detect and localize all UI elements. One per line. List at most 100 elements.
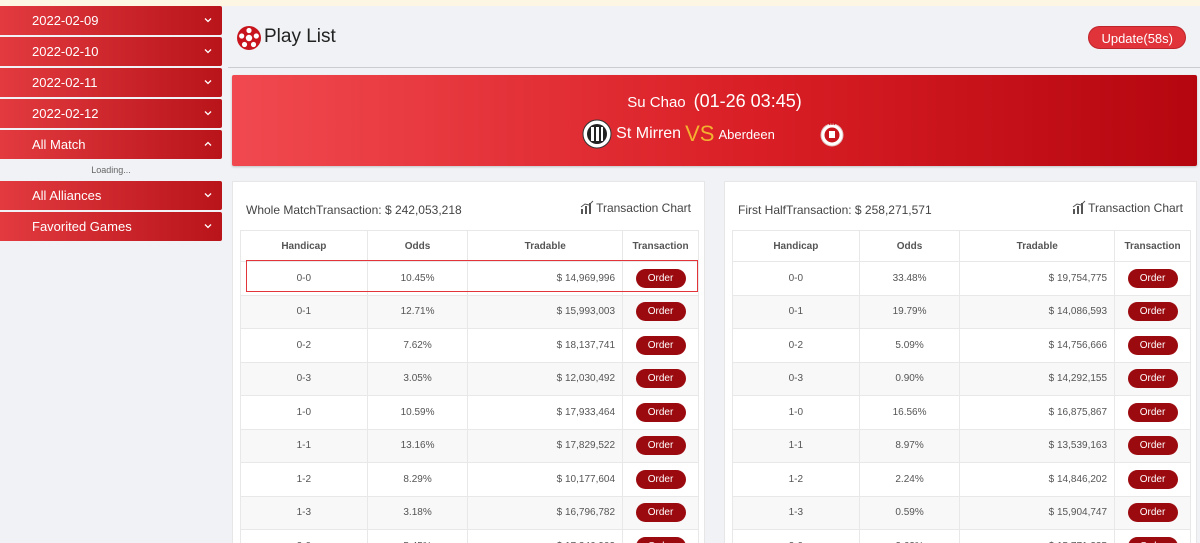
order-button[interactable]: Order bbox=[635, 536, 686, 543]
tradable-cell: $ 14,846,202 bbox=[959, 462, 1116, 497]
column-header: Odds bbox=[366, 230, 469, 262]
chevron-down-icon bbox=[204, 18, 212, 23]
sidebar-item-label: 2022-02-11 bbox=[32, 75, 98, 90]
sidebar-item-label: Favorited Games bbox=[32, 219, 132, 234]
order-button[interactable]: Order bbox=[635, 402, 686, 422]
odds-cell: 16.56% bbox=[858, 395, 961, 430]
table-row: 1-0 16.56% $ 16,875,867 Order bbox=[732, 395, 1191, 430]
table-row: 1-1 8.97% $ 13,539,163 Order bbox=[732, 428, 1191, 463]
transaction-cell: Order bbox=[622, 428, 699, 463]
transaction-chart-link[interactable]: Transaction Chart bbox=[580, 200, 691, 215]
chevron-down-icon bbox=[204, 224, 212, 229]
tradable-cell: $ 10,177,604 bbox=[467, 462, 624, 497]
bar-chart-icon bbox=[580, 200, 594, 214]
panel-title: First HalfTransaction: $ 258,271,571 bbox=[738, 203, 932, 217]
odds-cell: 0.59% bbox=[858, 495, 961, 530]
chevron-down-icon bbox=[204, 49, 212, 54]
vs-label: VS bbox=[685, 121, 715, 146]
handicap-cell: 0-2 bbox=[732, 328, 860, 363]
sidebar-item-all-alliances[interactable]: All Alliances bbox=[0, 181, 222, 210]
order-button[interactable]: Order bbox=[1127, 268, 1178, 288]
order-button[interactable]: Order bbox=[1127, 335, 1178, 355]
match-teams: St Mirren VS Aberdeen bbox=[232, 119, 1197, 149]
transaction-cell: Order bbox=[622, 395, 699, 430]
handicap-cell: 1-1 bbox=[240, 428, 368, 463]
order-button[interactable]: Order bbox=[1127, 369, 1178, 389]
order-button[interactable]: Order bbox=[635, 302, 686, 322]
sidebar-item-all-match[interactable]: All Match bbox=[0, 130, 222, 159]
order-button[interactable]: Order bbox=[635, 436, 686, 456]
table-row: 0-0 33.48% $ 19,754,775 Order bbox=[732, 261, 1191, 296]
order-button[interactable]: Order bbox=[1127, 302, 1178, 322]
order-button[interactable]: Order bbox=[635, 369, 686, 389]
tradable-cell: $ 12,030,492 bbox=[467, 361, 624, 396]
st-mirren-crest-icon bbox=[582, 119, 612, 149]
order-button[interactable]: Order bbox=[1127, 536, 1178, 543]
odds-cell: 10.59% bbox=[366, 395, 469, 430]
sidebar-item-favorited-games[interactable]: Favorited Games bbox=[0, 212, 222, 241]
sidebar-item-label: 2022-02-09 bbox=[32, 13, 99, 28]
table-row: 0-3 3.05% $ 12,030,492 Order bbox=[240, 361, 699, 396]
order-button[interactable]: Order bbox=[1127, 402, 1178, 422]
tradable-cell: $ 15,771,335 bbox=[959, 529, 1116, 543]
transaction-cell: Order bbox=[1114, 261, 1191, 296]
column-header: Transaction bbox=[622, 230, 699, 262]
tradable-cell: $ 14,086,593 bbox=[959, 294, 1116, 329]
sidebar-item-date-3[interactable]: 2022-02-11 bbox=[0, 68, 222, 97]
table-row: 1-0 10.59% $ 17,933,464 Order bbox=[240, 395, 699, 430]
table-row: 2-05.45%$ 17,346,903 Order bbox=[240, 529, 699, 543]
transaction-cell: Order bbox=[622, 294, 699, 329]
transaction-chart-link[interactable]: Transaction Chart bbox=[1072, 200, 1183, 215]
transaction-cell: Order bbox=[622, 529, 699, 543]
transaction-cell: Order bbox=[1114, 495, 1191, 530]
table-row: 0-2 7.62% $ 18,137,741 Order bbox=[240, 328, 699, 363]
order-button[interactable]: Order bbox=[635, 268, 686, 288]
order-button[interactable]: Order bbox=[1127, 436, 1178, 456]
table-row: 0-1 19.79% $ 14,086,593 Order bbox=[732, 294, 1191, 329]
sidebar-item-date-2[interactable]: 2022-02-10 bbox=[0, 37, 222, 66]
transaction-cell: Order bbox=[622, 261, 699, 296]
odds-cell: 10.45% bbox=[366, 261, 469, 296]
table-row: 0-3 0.90% $ 14,292,155 Order bbox=[732, 361, 1191, 396]
sidebar-item-date-1[interactable]: 2022-02-09 bbox=[0, 6, 222, 35]
order-button[interactable]: Order bbox=[1127, 503, 1178, 523]
order-button[interactable]: Order bbox=[635, 335, 686, 355]
match-league-line: Su Chao (01-26 03:45) bbox=[232, 91, 1197, 112]
update-button[interactable]: Update(58s) bbox=[1088, 26, 1186, 49]
match-banner: Su Chao (01-26 03:45) St Mirren VS Aberde… bbox=[232, 75, 1197, 166]
tradable-cell: $ 13,539,163 bbox=[959, 428, 1116, 463]
tradable-cell: $ 16,796,782 bbox=[467, 495, 624, 530]
odds-cell: 33.48% bbox=[858, 261, 961, 296]
soccer-ball-icon bbox=[237, 26, 261, 50]
handicap-cell: 1-3 bbox=[732, 495, 860, 530]
table-row: 0-0 10.45% $ 14,969,996 Order bbox=[240, 261, 699, 296]
order-button[interactable]: Order bbox=[635, 469, 686, 489]
transaction-cell: Order bbox=[1114, 328, 1191, 363]
chevron-down-icon bbox=[204, 80, 212, 85]
order-button[interactable]: Order bbox=[1127, 469, 1178, 489]
tradable-cell: $ 18,137,741 bbox=[467, 328, 624, 363]
transaction-cell: Order bbox=[622, 328, 699, 363]
tradable-cell: $ 19,754,775 bbox=[959, 261, 1116, 296]
tradable-cell: $ 17,933,464 bbox=[467, 395, 624, 430]
handicap-cell: 0-2 bbox=[240, 328, 368, 363]
sidebar-item-label: 2022-02-10 bbox=[32, 44, 99, 59]
panel-header: Whole MatchTransaction: $ 242,053,218 Tr… bbox=[246, 200, 691, 219]
table-row: 1-3 3.18% $ 16,796,782 Order bbox=[240, 495, 699, 530]
transaction-cell: Order bbox=[1114, 462, 1191, 497]
order-button[interactable]: Order bbox=[635, 503, 686, 523]
tradable-cell: $ 17,346,903 bbox=[467, 529, 624, 543]
transaction-cell: Order bbox=[1114, 428, 1191, 463]
odds-cell: 7.62% bbox=[366, 328, 469, 363]
chevron-down-icon bbox=[204, 193, 212, 198]
handicap-cell: 1-2 bbox=[240, 462, 368, 497]
tradable-cell: $ 15,993,003 bbox=[467, 294, 624, 329]
first-half-panel: First HalfTransaction: $ 258,271,571 Tra… bbox=[724, 181, 1197, 543]
column-header: Tradable bbox=[959, 230, 1116, 262]
table-row: 1-1 13.16% $ 17,829,522 Order bbox=[240, 428, 699, 463]
league-name: Su Chao bbox=[627, 94, 686, 111]
odds-cell: 5.09% bbox=[858, 328, 961, 363]
odds-table: Handicap Odds Tradable Transaction 0-0 10… bbox=[240, 230, 699, 543]
sidebar-item-date-4[interactable]: 2022-02-12 bbox=[0, 99, 222, 128]
odds-cell: 0.90% bbox=[858, 361, 961, 396]
